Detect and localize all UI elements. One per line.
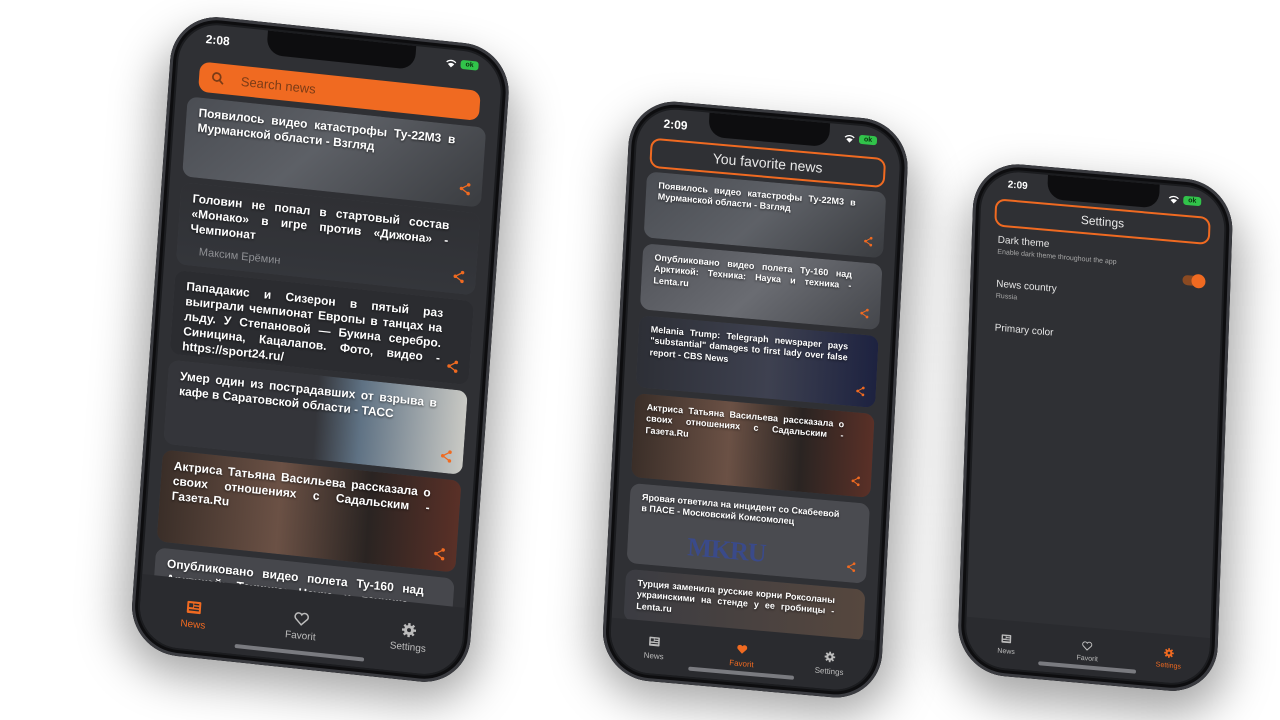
heart-icon: [737, 644, 748, 654]
gear-icon: [824, 651, 836, 662]
phone-settings: 2:09 ok Settings Dark theme Enable dark …: [949, 160, 1244, 720]
battery-icon: ok: [460, 59, 479, 71]
share-icon[interactable]: [850, 475, 862, 487]
news-card[interactable]: Melania Trump: Telegraph newspaper pays …: [635, 315, 879, 409]
setting-label: Primary color: [994, 322, 1054, 339]
wifi-icon: [844, 134, 855, 143]
news-icon: [649, 636, 660, 646]
nav-label: Settings: [814, 665, 844, 677]
phone-news: 2:08 ok Появилось видео катастрофы Ту-22…: [117, 12, 522, 708]
gear-icon: [1163, 648, 1174, 658]
nav-label: News: [997, 647, 1015, 657]
news-card[interactable]: Актриса Татьяна Васильева рассказала о с…: [631, 393, 875, 498]
toggle-knob: [1191, 273, 1206, 289]
nav-label: Settings: [389, 639, 427, 655]
nav-label: Favorit: [284, 628, 316, 643]
nav-settings[interactable]: Settings: [1128, 631, 1210, 686]
battery-icon: ok: [858, 134, 878, 146]
share-icon[interactable]: [451, 269, 466, 284]
nav-settings[interactable]: Settings: [353, 597, 464, 678]
news-country-setting[interactable]: News country Russia: [996, 279, 1204, 318]
share-icon[interactable]: [432, 546, 447, 561]
share-icon[interactable]: [859, 307, 871, 319]
clock: 2:08: [205, 32, 231, 49]
nav-news[interactable]: News: [609, 618, 699, 678]
news-card[interactable]: Опубликовано видео полета Ту-160 над Арк…: [639, 243, 883, 331]
clock: 2:09: [663, 116, 688, 133]
heart-icon: [1082, 641, 1093, 651]
clock: 2:09: [1007, 179, 1028, 193]
share-icon[interactable]: [445, 359, 460, 374]
nav-label: News: [180, 617, 206, 632]
nav-label: News: [643, 650, 664, 661]
share-icon[interactable]: [457, 181, 472, 196]
nav-news[interactable]: News: [138, 574, 249, 655]
nav-label: Favorit: [729, 657, 754, 669]
search-icon: [212, 72, 224, 85]
wifi-icon: [446, 59, 457, 68]
dark-theme-toggle[interactable]: [1182, 273, 1206, 289]
wifi-icon: [1168, 195, 1179, 204]
news-icon: [186, 600, 202, 614]
bottom-navigation: News Favorit Settings: [964, 616, 1211, 687]
share-icon[interactable]: [862, 235, 874, 247]
share-icon[interactable]: [439, 448, 454, 463]
heart-icon: [294, 611, 310, 626]
news-icon: [1001, 634, 1012, 644]
primary-color-setting[interactable]: Primary color: [995, 323, 1203, 352]
battery-icon: ok: [1183, 195, 1202, 207]
news-card[interactable]: Яровая ответила на инцидент со Скабеевой…: [626, 482, 870, 584]
share-icon[interactable]: [855, 385, 867, 397]
nav-label: Favorit: [1076, 654, 1098, 664]
share-icon[interactable]: [845, 561, 857, 573]
nav-label: Settings: [1155, 661, 1182, 671]
gear-icon: [401, 622, 417, 637]
nav-news[interactable]: News: [965, 617, 1047, 672]
nav-settings[interactable]: Settings: [785, 633, 875, 693]
phone-favorites: 2:09 ok You favorite news Появилось виде…: [591, 97, 922, 720]
